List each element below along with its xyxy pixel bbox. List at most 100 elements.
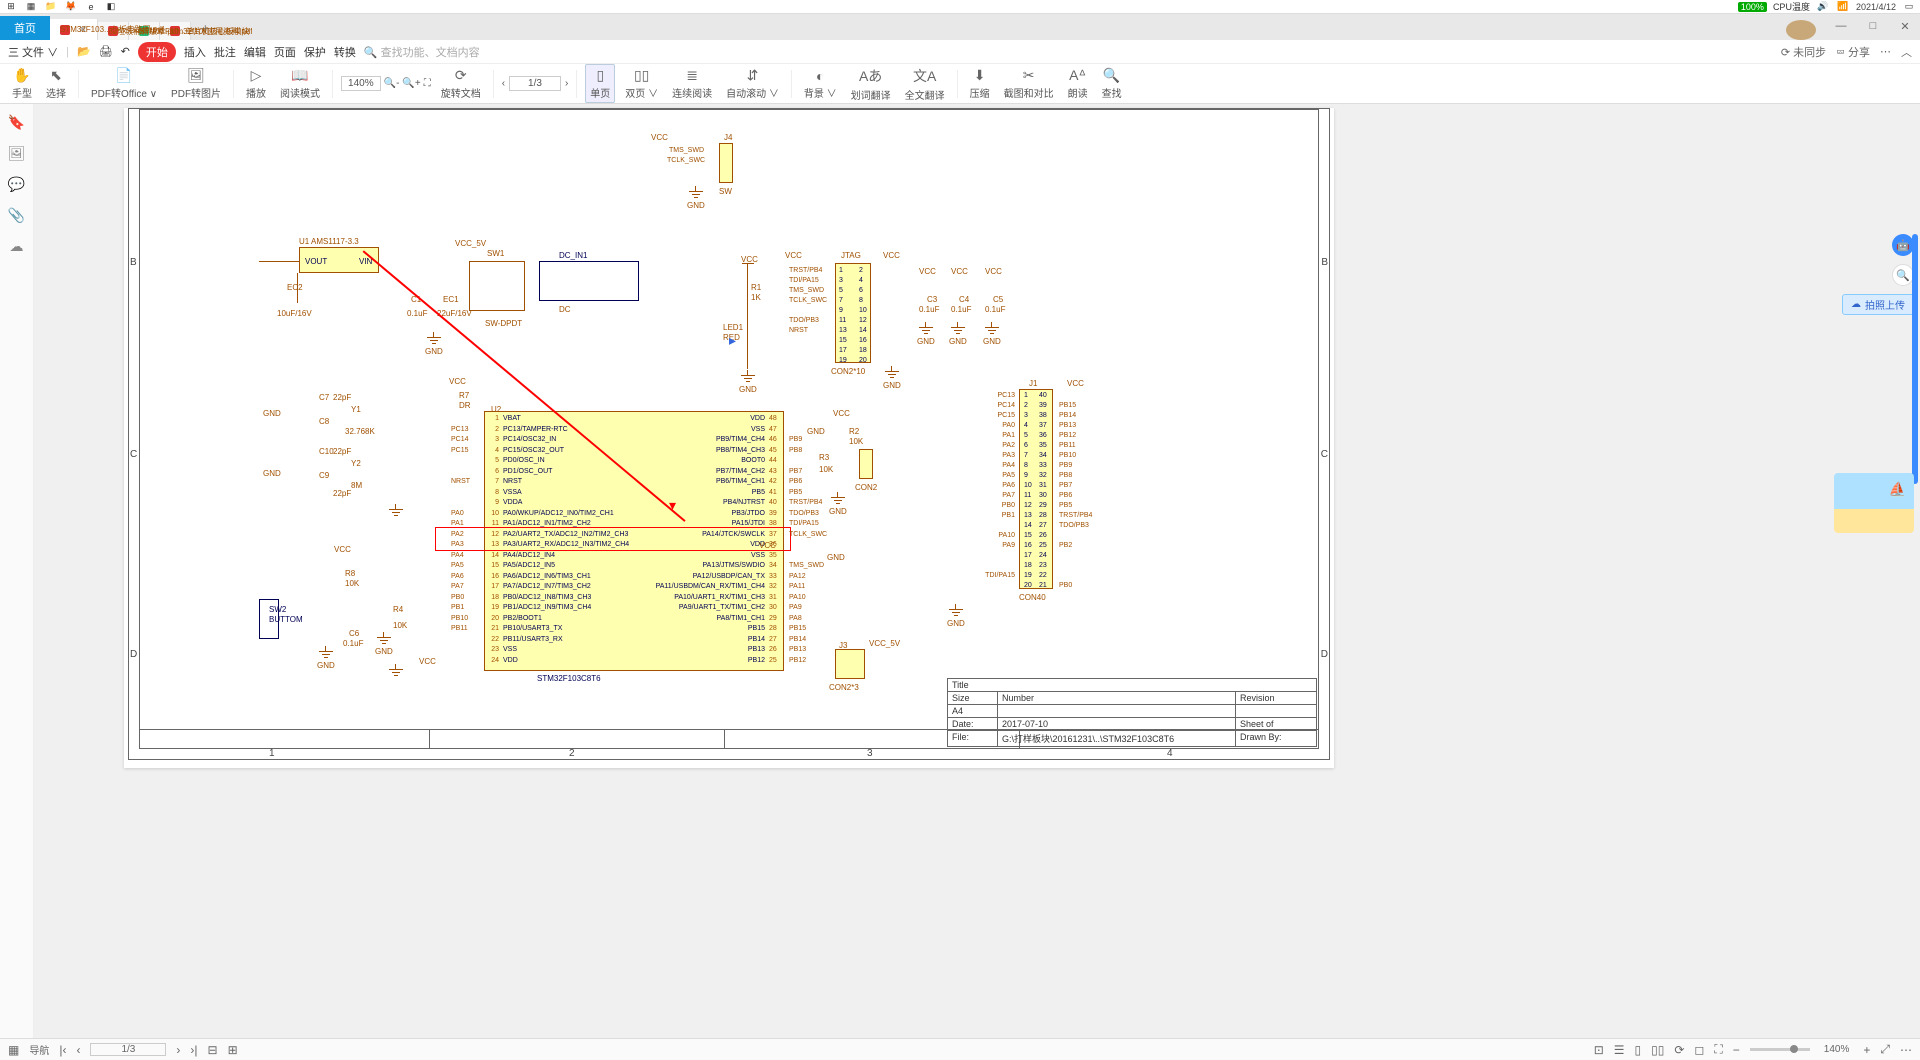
upload-button[interactable]: ☁拍照上传 xyxy=(1842,294,1914,315)
rotate-button[interactable]: ⟳旋转文档 xyxy=(437,67,485,100)
share-button[interactable]: ⮹ 分享 xyxy=(1836,44,1870,60)
zoom-out-button[interactable]: − xyxy=(1733,1043,1740,1057)
win-max-button[interactable]: □ xyxy=(1858,20,1888,40)
autoscroll-button[interactable]: ⇵自动滚动 ∨ xyxy=(722,67,783,100)
edit-tab[interactable]: 编辑 xyxy=(244,44,266,60)
double-page-button[interactable]: ▯▯双页 ∨ xyxy=(621,67,662,100)
file-menu[interactable]: 三 文件 ∨ xyxy=(8,44,58,60)
protect-tab[interactable]: 保护 xyxy=(304,44,326,60)
readmode-button[interactable]: 📖阅读模式 xyxy=(276,67,324,100)
tb-icon[interactable]: 🦊 xyxy=(64,0,78,14)
tab-0[interactable]: STM32F103...心板电路图.pdf✕ xyxy=(50,19,98,40)
net-label: PB8 xyxy=(789,447,802,454)
scroll-indicator[interactable] xyxy=(1912,234,1918,484)
search-input[interactable]: 查找功能、文档内容 xyxy=(364,44,1773,60)
more-button[interactable]: ⋯ xyxy=(1900,1043,1912,1057)
zoom-in-button[interactable]: ⊞ xyxy=(228,1043,238,1057)
attach-icon[interactable]: 📎 xyxy=(8,207,25,224)
fulltrans-button[interactable]: 文A全文翻译 xyxy=(901,66,949,102)
view-icon[interactable]: ▯▯ xyxy=(1651,1043,1664,1057)
net-label: PB10 xyxy=(1059,452,1076,459)
sync-button[interactable]: ⟳ 未同步 xyxy=(1781,44,1826,60)
cap-label: C9 xyxy=(319,471,329,480)
hand-tool[interactable]: ✋手型 xyxy=(8,67,36,100)
cloud-icon[interactable]: ☁ xyxy=(10,238,24,255)
mcu-pin-row: 21PB10/USART3_TXPB1528 xyxy=(485,625,783,632)
zoom-out-button[interactable]: 🔍- xyxy=(384,78,400,89)
win-close-button[interactable]: ✕ xyxy=(1890,20,1920,40)
page-value[interactable]: 1/3 xyxy=(509,76,561,91)
win-min-button[interactable]: — xyxy=(1826,20,1856,40)
image-icon[interactable]: 🖼 xyxy=(8,145,26,162)
crop-button[interactable]: ✂截图和对比 xyxy=(1000,67,1058,100)
view-icon[interactable]: ◻ xyxy=(1694,1043,1704,1057)
view-icon[interactable]: ⛶ xyxy=(1714,1042,1722,1057)
page-tab[interactable]: 页面 xyxy=(274,44,296,60)
tray-icon[interactable]: ▭ xyxy=(1902,0,1916,14)
first-page-button[interactable]: |‹ xyxy=(59,1043,66,1057)
comment-icon[interactable]: 💬 xyxy=(8,176,25,193)
next-page-button[interactable]: › xyxy=(176,1043,180,1057)
tb-icon[interactable]: 📁 xyxy=(44,0,58,14)
search-icon[interactable]: 🔍 xyxy=(1892,264,1914,286)
undo-button[interactable]: ↶ xyxy=(121,45,130,58)
more-button[interactable]: ⋯ xyxy=(1880,45,1891,58)
last-page-button[interactable]: ›| xyxy=(190,1043,197,1057)
tb-date: 2021/4/12 xyxy=(1856,2,1896,12)
net-label: PB7 xyxy=(789,468,802,475)
nav-icon[interactable]: ▦ xyxy=(8,1043,19,1057)
tb-icon[interactable]: ◧ xyxy=(104,0,118,14)
view-icon[interactable]: ⊡ xyxy=(1594,1043,1604,1057)
find-button[interactable]: 🔍查找 xyxy=(1098,67,1126,100)
open-button[interactable]: 📂 xyxy=(77,45,91,58)
net-label: PA2 xyxy=(451,531,464,538)
page-input[interactable]: 1/3 xyxy=(90,1043,166,1056)
fit-button[interactable]: ⛶ xyxy=(424,78,431,89)
compress-button[interactable]: ⬇压缩 xyxy=(966,67,994,100)
tb-icon[interactable]: ▦ xyxy=(24,0,38,14)
contread-button[interactable]: ≣连续阅读 xyxy=(668,67,716,100)
mcu-pin-row: 12PA2/UART2_TX/ADC12_IN2/TIM2_CH3PA14/JT… xyxy=(485,531,783,538)
gnd-label: GND xyxy=(375,647,393,656)
zoom-in-button[interactable]: + xyxy=(1863,1043,1870,1057)
bookmark-icon[interactable]: 🔖 xyxy=(8,114,25,131)
print-button[interactable]: 🖨 xyxy=(99,45,113,58)
bg-button[interactable]: ◐背景 ∨ xyxy=(800,68,841,100)
tb-icon[interactable]: e xyxy=(84,0,98,14)
start-tab[interactable]: 开始 xyxy=(138,42,176,62)
seltrans-button[interactable]: Aあ划词翻译 xyxy=(847,66,895,102)
convert-tab[interactable]: 转换 xyxy=(334,44,356,60)
pdf2office-button[interactable]: 📄PDF转Office ∨ xyxy=(87,67,161,100)
avatar[interactable] xyxy=(1786,20,1816,40)
mcu-pin-row: 13PA3/UART2_RX/ADC12_IN3/TIM2_CH4VDD36 xyxy=(485,541,783,548)
chevron-up-icon[interactable]: ︿ xyxy=(1901,44,1912,60)
annotate-tab[interactable]: 批注 xyxy=(214,44,236,60)
zoom-value[interactable]: 140% xyxy=(341,76,381,91)
net-label: PA0 xyxy=(969,422,1015,429)
promo-image[interactable] xyxy=(1834,473,1914,533)
net-label: NRST xyxy=(789,327,808,334)
view-icon[interactable]: ▯ xyxy=(1635,1043,1642,1057)
view-icon[interactable]: ⟳ xyxy=(1674,1043,1684,1057)
zoom-in-button[interactable]: 🔍+ xyxy=(402,78,420,89)
zoom-out-button[interactable]: ⊟ xyxy=(208,1043,218,1057)
next-page-button[interactable]: › xyxy=(565,78,568,89)
read-button[interactable]: Aᐞ朗读 xyxy=(1064,67,1092,100)
win-start-icon[interactable]: ⊞ xyxy=(4,0,18,14)
single-page-button[interactable]: ▯单页 xyxy=(585,64,615,103)
tray-icon[interactable]: 📶 xyxy=(1836,0,1850,14)
view-icon[interactable]: ☰ xyxy=(1614,1043,1625,1057)
fullscreen-button[interactable]: ⤢ xyxy=(1880,1042,1890,1057)
home-tab[interactable]: 首页 xyxy=(0,16,50,40)
gnd-label: GND xyxy=(827,553,845,562)
insert-tab[interactable]: 插入 xyxy=(184,44,206,60)
prev-page-button[interactable]: ‹ xyxy=(76,1043,80,1057)
pdf-canvas[interactable]: BCD BCD 1234 U1 AMS1117-3.3 VOUT VIN EC2… xyxy=(34,104,1920,1038)
net-label: PB5 xyxy=(789,489,802,496)
assist-icon[interactable]: 🤖 xyxy=(1892,234,1914,256)
select-tool[interactable]: ⬉选择 xyxy=(42,67,70,100)
tray-icon[interactable]: 🔊 xyxy=(1816,0,1830,14)
play-button[interactable]: ▷播放 xyxy=(242,67,270,100)
prev-page-button[interactable]: ‹ xyxy=(502,78,505,89)
pdf2img-button[interactable]: 🖼PDF转图片 xyxy=(167,67,225,100)
